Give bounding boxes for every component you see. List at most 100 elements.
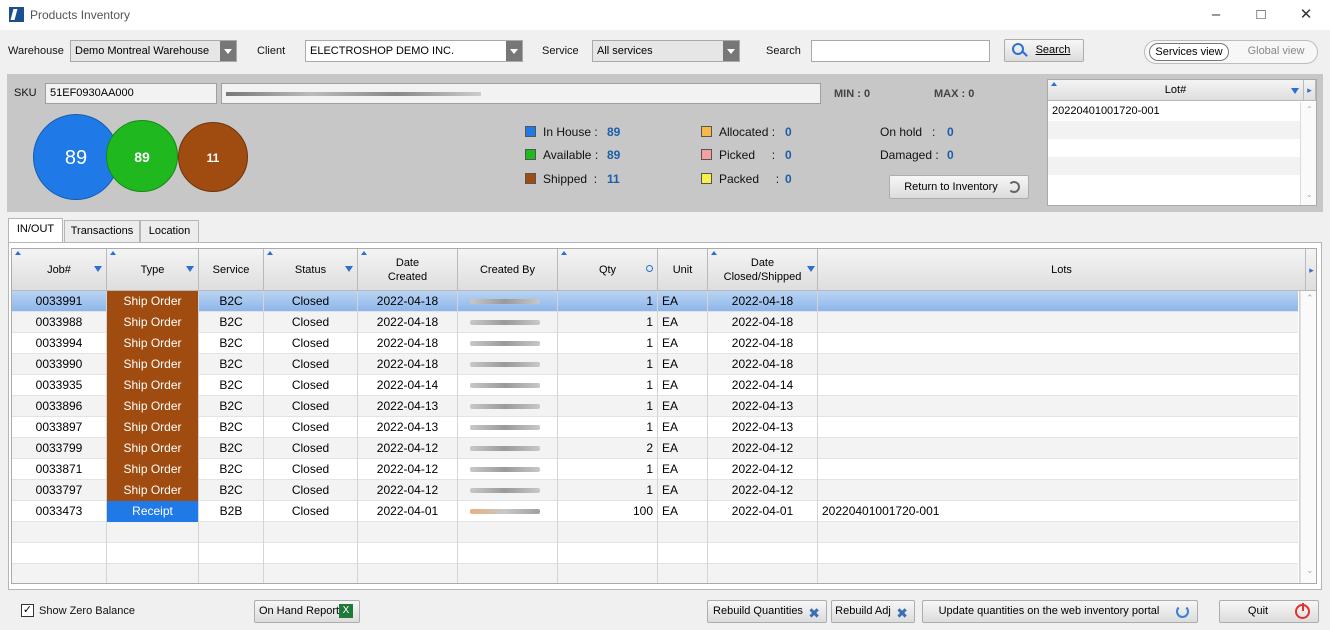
scroll-right-icon[interactable]: ▸	[1306, 249, 1316, 291]
search-input[interactable]	[811, 40, 990, 62]
sku-description-field[interactable]	[221, 83, 821, 104]
column-header-unit[interactable]: Unit	[658, 249, 708, 291]
cell-createdby	[458, 501, 558, 522]
filter-icon[interactable]	[345, 266, 353, 272]
on-hand-report-button[interactable]: On Hand Report X	[254, 600, 360, 623]
cell-type: Ship Order	[107, 480, 199, 501]
chevron-down-icon	[506, 41, 522, 61]
cell-lots	[818, 396, 1300, 417]
app-logo-icon	[9, 7, 24, 22]
cell-status: Closed	[264, 459, 358, 480]
cell-createdby	[458, 438, 558, 459]
filter-icon[interactable]	[807, 266, 815, 272]
table-row[interactable]: 0033896 Ship Order B2C Closed 2022-04-13 1 EA 2…	[12, 396, 1300, 417]
cell-job: 0033871	[12, 459, 107, 480]
table-row[interactable]: 0033799 Ship Order B2C Closed 2022-04-12 2 EA 2…	[12, 438, 1300, 459]
tab-transactions[interactable]: Transactions	[64, 220, 140, 242]
cell-createdby	[458, 396, 558, 417]
global-view-button[interactable]: Global view	[1237, 43, 1315, 61]
scroll-down-icon[interactable]: ⌄	[1306, 190, 1313, 199]
rebuild-quantities-button[interactable]: Rebuild Quantities ✖	[707, 600, 827, 623]
filter-icon[interactable]	[1291, 88, 1299, 94]
shipped-value: 11	[607, 172, 620, 186]
cell-unit	[658, 543, 708, 564]
table-row-empty	[12, 564, 1300, 583]
column-header-job[interactable]: Job#	[12, 249, 107, 291]
cell-service: B2C	[199, 375, 264, 396]
update-portal-button[interactable]: Update quantities on the web inventory p…	[922, 600, 1198, 623]
cell-closed	[708, 543, 818, 564]
redacted-user	[470, 320, 540, 325]
search-icon[interactable]	[646, 265, 653, 272]
cell-qty: 1	[558, 396, 658, 417]
on-hold-value: 0	[947, 125, 954, 139]
scroll-down-icon[interactable]: ⌄	[1306, 565, 1314, 576]
header-job-label: Job#	[47, 264, 71, 276]
redacted-user	[470, 383, 540, 388]
lot-scrollbar[interactable]: ⌃ ⌄	[1300, 102, 1316, 205]
warehouse-select[interactable]: Demo Montreal Warehouse	[70, 40, 237, 62]
services-view-button[interactable]: Services view	[1149, 43, 1229, 61]
service-select[interactable]: All services	[592, 40, 740, 62]
filter-icon[interactable]	[94, 266, 102, 272]
return-to-inventory-button[interactable]: Return to Inventory	[889, 175, 1029, 199]
cell-unit	[658, 522, 708, 543]
cell-qty: 2	[558, 438, 658, 459]
table-row[interactable]: 0033897 Ship Order B2C Closed 2022-04-13 1 EA 2…	[12, 417, 1300, 438]
in-house-legend-icon	[525, 126, 536, 137]
minimize-icon[interactable]: –	[1206, 5, 1226, 25]
table-row[interactable]: 0033991 Ship Order B2C Closed 2022-04-18 1 EA 2…	[12, 291, 1300, 312]
quit-button[interactable]: Quit	[1219, 600, 1319, 623]
allocated-legend-icon	[701, 126, 712, 137]
cell-qty: 1	[558, 459, 658, 480]
column-header-lots[interactable]: Lots	[818, 249, 1306, 291]
cell-service	[199, 522, 264, 543]
cell-lots: 20220401001720-001	[818, 501, 1300, 522]
sort-icon	[110, 251, 116, 255]
lot-row[interactable]: 20220401001720-001	[1048, 102, 1300, 121]
table-row[interactable]: 0033473 Receipt B2B Closed 2022-04-01 100 EA 20…	[12, 501, 1300, 522]
sort-icon	[561, 251, 567, 255]
tab-location[interactable]: Location	[140, 220, 199, 242]
filter-icon[interactable]	[186, 266, 194, 272]
sort-icon	[15, 251, 21, 255]
table-row[interactable]: 0033797 Ship Order B2C Closed 2022-04-12 1 EA 2…	[12, 480, 1300, 501]
scroll-up-icon[interactable]: ⌃	[1306, 293, 1314, 304]
show-zero-balance-checkbox[interactable]: ✓	[21, 604, 34, 617]
column-header-date-closed[interactable]: Date Closed/Shipped	[708, 249, 818, 291]
cell-service: B2C	[199, 396, 264, 417]
tab-in-out[interactable]: IN/OUT	[8, 218, 63, 243]
rebuild-adj-button[interactable]: Rebuild Adj ✖	[831, 600, 915, 623]
search-button[interactable]: Search	[1004, 39, 1084, 62]
lot-column-header[interactable]: Lot#	[1048, 80, 1304, 101]
grid-scrollbar[interactable]: ⌃ ⌄	[1300, 291, 1316, 583]
packed-label: Packed :	[719, 172, 780, 186]
scroll-up-icon[interactable]: ⌃	[1306, 105, 1313, 114]
client-select[interactable]: ELECTROSHOP DEMO INC.	[305, 40, 523, 62]
scroll-right-icon[interactable]: ▸	[1304, 80, 1316, 101]
table-row[interactable]: 0033935 Ship Order B2C Closed 2022-04-14 1 EA 2…	[12, 375, 1300, 396]
cell-closed	[708, 522, 818, 543]
cell-lots	[818, 480, 1300, 501]
column-header-date-created[interactable]: Date Created	[358, 249, 458, 291]
table-row[interactable]: 0033988 Ship Order B2C Closed 2022-04-18 1 EA 2…	[12, 312, 1300, 333]
table-row[interactable]: 0033871 Ship Order B2C Closed 2022-04-12 1 EA 2…	[12, 459, 1300, 480]
return-to-inventory-label: Return to Inventory	[904, 181, 998, 193]
cell-job: 0033994	[12, 333, 107, 354]
column-header-qty[interactable]: Qty	[558, 249, 658, 291]
cell-qty	[558, 564, 658, 583]
client-label: Client	[257, 45, 286, 57]
table-row[interactable]: 0033994 Ship Order B2C Closed 2022-04-18 1 EA 2…	[12, 333, 1300, 354]
column-header-type[interactable]: Type	[107, 249, 199, 291]
close-icon[interactable]: ✕	[1296, 5, 1316, 25]
table-row[interactable]: 0033990 Ship Order B2C Closed 2022-04-18 1 EA 2…	[12, 354, 1300, 375]
maximize-icon[interactable]: □	[1251, 5, 1271, 25]
cell-unit: EA	[658, 438, 708, 459]
column-header-service[interactable]: Service	[199, 249, 264, 291]
column-header-status[interactable]: Status	[264, 249, 358, 291]
column-header-created-by[interactable]: Created By	[458, 249, 558, 291]
warehouse-label: Warehouse	[8, 45, 64, 57]
sku-field[interactable]: 51EF0930AA000	[45, 83, 217, 104]
cell-type	[107, 543, 199, 564]
cell-status: Closed	[264, 417, 358, 438]
